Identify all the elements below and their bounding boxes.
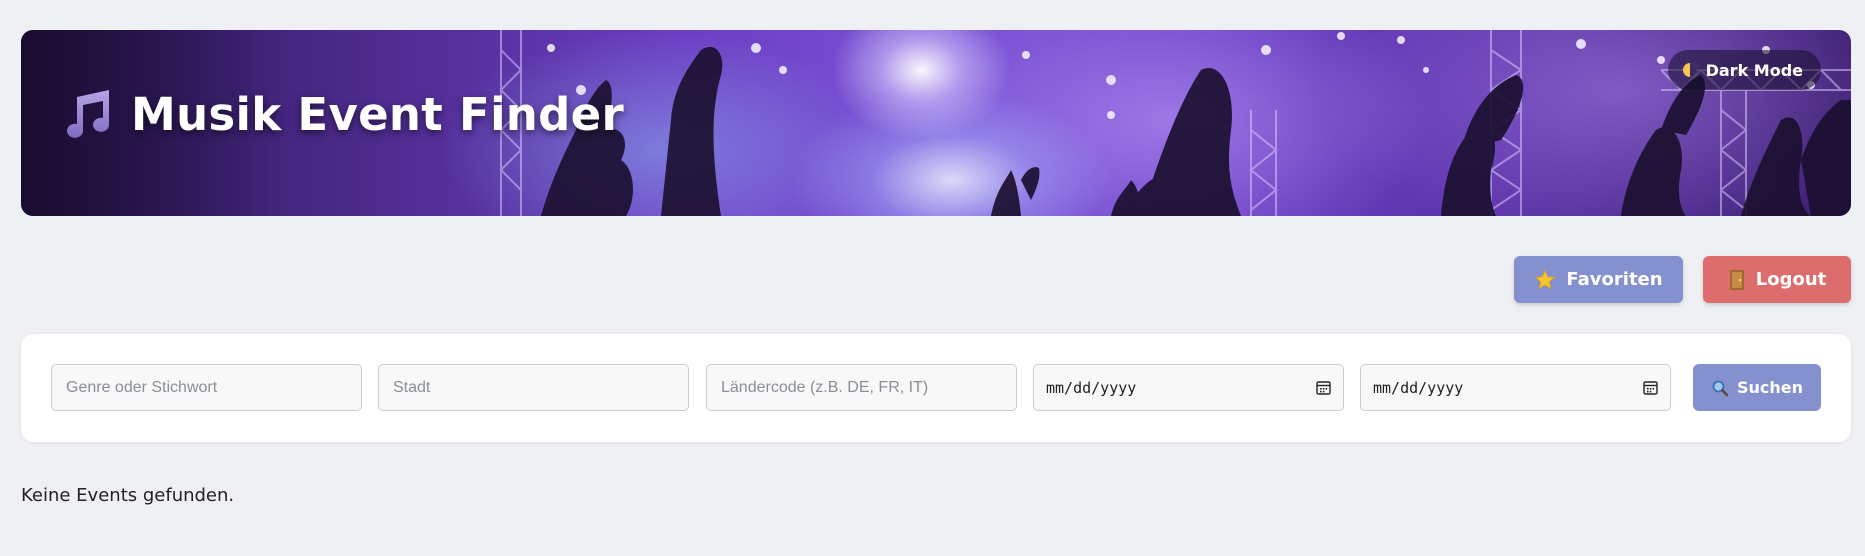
door-icon [1729, 269, 1744, 290]
app-header: Musik Event Finder [59, 85, 624, 143]
hero-banner: Musik Event Finder Dark Mode [21, 30, 1851, 216]
logout-label: Logout [1755, 269, 1827, 290]
magnifier-icon [1712, 380, 1729, 396]
page-title: Musik Event Finder [131, 87, 624, 141]
calendar-icon[interactable] [1316, 380, 1331, 395]
search-label: Suchen [1736, 378, 1804, 397]
dark-mode-label: Dark Mode [1705, 60, 1803, 80]
star-icon [1535, 269, 1556, 289]
logout-button[interactable]: Logout [1703, 256, 1851, 303]
start-date-placeholder: mm/dd/yyyy [1046, 378, 1137, 397]
favorites-label: Favoriten [1566, 269, 1663, 290]
favorites-button[interactable]: Favoriten [1514, 256, 1683, 303]
genre-input[interactable] [64, 377, 349, 398]
city-field-wrapper [378, 364, 689, 411]
end-date-placeholder: mm/dd/yyyy [1373, 378, 1464, 397]
genre-field-wrapper [51, 364, 362, 411]
calendar-icon[interactable] [1643, 380, 1658, 395]
country-field-wrapper [706, 364, 1017, 411]
start-date-input[interactable]: mm/dd/yyyy [1033, 364, 1344, 411]
music-note-icon [67, 90, 109, 138]
search-button[interactable]: Suchen [1693, 364, 1821, 411]
search-form: mm/dd/yyyy mm/dd/yyyy [21, 334, 1851, 442]
page: Musik Event Finder Dark Mode Favoriten L… [0, 0, 1865, 556]
end-date-input[interactable]: mm/dd/yyyy [1360, 364, 1671, 411]
dark-mode-toggle[interactable]: Dark Mode [1667, 50, 1821, 90]
empty-results-message: Keine Events gefunden. [21, 485, 235, 506]
country-code-input[interactable] [719, 377, 1004, 398]
moon-icon [1682, 63, 1697, 77]
city-input[interactable] [391, 377, 676, 398]
